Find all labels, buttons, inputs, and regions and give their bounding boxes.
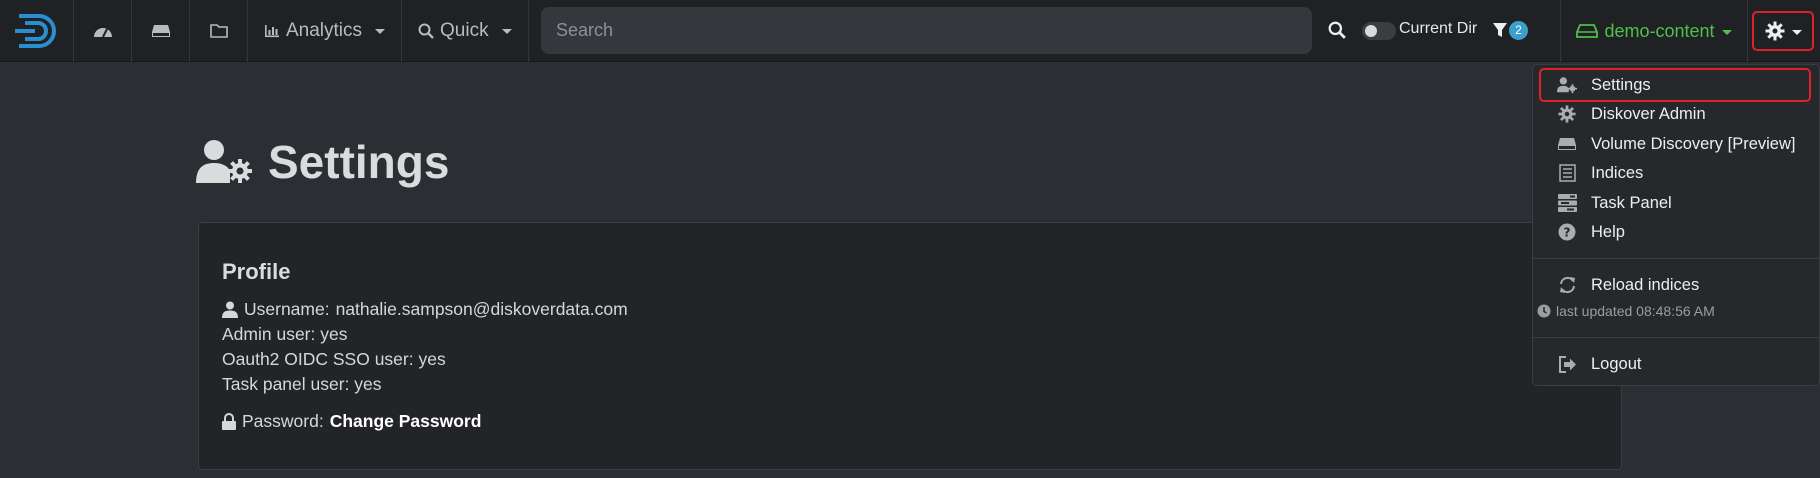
clock-icon — [1537, 304, 1551, 318]
question-circle-icon: ? — [1557, 222, 1577, 242]
filter-count-badge: 2 — [1509, 20, 1528, 40]
menu-item-volume-discovery[interactable]: Volume Discovery [Preview] — [1557, 131, 1817, 157]
filter-icon — [1493, 23, 1507, 37]
diskover-logo[interactable] — [0, 0, 74, 62]
menu-label-reload-indices: Reload indices — [1591, 275, 1700, 294]
search-placeholder: Search — [556, 20, 614, 40]
search-submit-button[interactable] — [1328, 18, 1350, 42]
analytics-label: Analytics — [286, 19, 363, 41]
filters-button[interactable]: 2 — [1492, 18, 1528, 42]
dashboard-icon — [93, 27, 112, 37]
index-selector[interactable]: demo-content — [1560, 0, 1748, 62]
last-updated-row: last updated 08:48:56 AM — [1537, 303, 1715, 319]
settings-menu-button[interactable] — [1752, 11, 1814, 51]
menu-divider — [1533, 337, 1819, 338]
lock-icon — [222, 413, 236, 430]
refresh-icon — [1557, 275, 1577, 295]
hdd-icon — [151, 24, 170, 37]
admin-user-row: Admin user: yes — [222, 324, 348, 344]
sign-out-icon — [1557, 354, 1577, 374]
menu-item-diskover-admin[interactable]: Diskover Admin — [1557, 101, 1817, 127]
task-panel-user-row: Task panel user: yes — [222, 374, 382, 394]
search-icon — [1328, 21, 1346, 39]
hdd-icon — [1576, 24, 1599, 38]
toggle-knob — [1365, 25, 1377, 37]
user-icon — [222, 301, 238, 318]
username-row: Username: nathalie.sampson@diskoverdata.… — [222, 299, 628, 320]
current-dir-toggle[interactable] — [1362, 22, 1396, 40]
hdd-icon — [1557, 134, 1577, 154]
user-settings-icon — [1557, 75, 1577, 95]
menu-label-help: Help — [1591, 222, 1625, 241]
menu-divider — [1533, 258, 1819, 259]
change-password-link[interactable]: Change Password — [330, 411, 482, 432]
chevron-down-icon — [501, 29, 512, 34]
list-icon — [1557, 163, 1577, 183]
analytics-dropdown[interactable]: Analytics — [248, 0, 403, 62]
profile-panel: Profile Username: nathalie.sampson@disko… — [198, 222, 1622, 470]
profile-heading: Profile — [222, 259, 291, 284]
file-browser-button[interactable] — [190, 0, 248, 62]
tasks-icon — [1557, 193, 1577, 213]
gear-icon — [1557, 104, 1577, 124]
settings-dropdown-menu: Settings Diskover Admin Volume Discovery… — [1532, 64, 1820, 386]
password-label: Password: — [242, 411, 324, 431]
search-icon — [418, 23, 434, 39]
current-dir-label: Current Dir — [1399, 20, 1478, 37]
menu-label-logout: Logout — [1591, 354, 1642, 373]
svg-text:?: ? — [1564, 226, 1571, 240]
folder-icon — [209, 24, 228, 38]
menu-item-indices[interactable]: Indices — [1557, 160, 1817, 186]
menu-item-logout[interactable]: Logout — [1557, 351, 1817, 377]
page-title: Settings — [196, 132, 449, 192]
password-row: Password: Change Password — [222, 411, 481, 432]
chevron-down-icon — [1721, 29, 1732, 35]
menu-item-settings[interactable]: Settings — [1557, 72, 1817, 98]
username-label: Username: — [244, 299, 330, 319]
menu-item-reload-indices[interactable]: Reload indices — [1557, 272, 1817, 298]
diskover-logo-icon — [14, 13, 56, 48]
chevron-down-icon — [375, 29, 386, 34]
index-name: demo-content — [1604, 20, 1715, 41]
quick-label: Quick — [440, 19, 489, 41]
menu-label-indices: Indices — [1591, 163, 1644, 182]
menu-label-diskover-admin: Diskover Admin — [1591, 104, 1706, 123]
user-settings-icon — [196, 140, 252, 183]
gear-icon — [1765, 21, 1784, 41]
chevron-down-icon — [1791, 29, 1802, 35]
oauth-user-row: Oauth2 OIDC SSO user: yes — [222, 349, 446, 369]
menu-label-task-panel: Task Panel — [1591, 193, 1672, 212]
storage-button[interactable] — [132, 0, 190, 62]
search-input[interactable]: Search — [541, 7, 1312, 54]
page-title-text: Settings — [268, 136, 450, 188]
menu-item-task-panel[interactable]: Task Panel — [1557, 190, 1817, 216]
bar-chart-icon — [265, 24, 279, 37]
username-value: nathalie.sampson@diskoverdata.com — [335, 299, 628, 319]
menu-label-volume-discovery: Volume Discovery [Preview] — [1591, 134, 1796, 153]
quick-dropdown[interactable]: Quick — [402, 0, 529, 62]
menu-item-help[interactable]: ? Help — [1557, 219, 1817, 245]
dashboard-button[interactable] — [74, 0, 132, 62]
last-updated-text: last updated 08:48:56 AM — [1556, 303, 1715, 319]
menu-label-settings: Settings — [1591, 75, 1651, 94]
